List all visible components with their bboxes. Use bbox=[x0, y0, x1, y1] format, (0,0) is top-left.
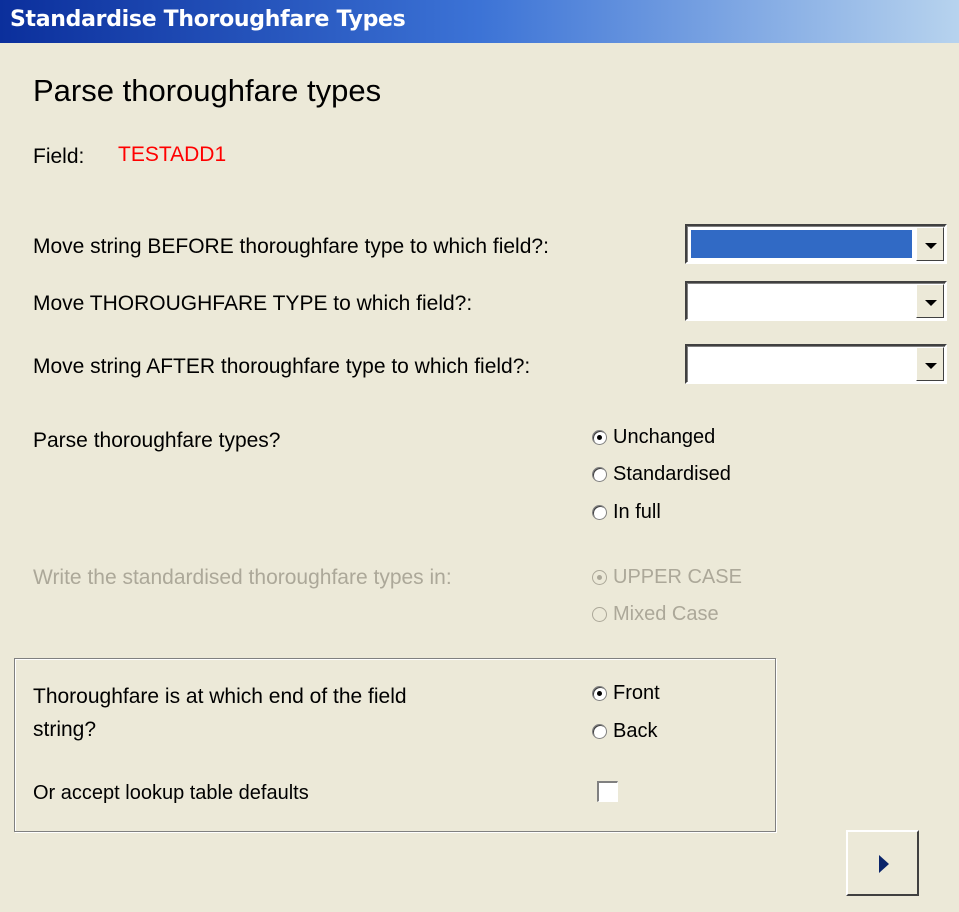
radio-upper-case-label: UPPER CASE bbox=[613, 566, 742, 588]
radio-selected-icon bbox=[592, 570, 607, 585]
radio-in-full[interactable]: In full bbox=[592, 501, 661, 524]
window-title: Standardise Thoroughfare Types bbox=[10, 7, 406, 32]
lookup-defaults-label: Or accept lookup table defaults bbox=[33, 782, 309, 804]
lookup-defaults-checkbox[interactable] bbox=[597, 781, 618, 802]
title-bar: Standardise Thoroughfare Types bbox=[0, 0, 959, 43]
radio-in-full-label: In full bbox=[613, 501, 661, 523]
after-field-label: Move string AFTER thoroughfare type to w… bbox=[33, 355, 531, 378]
field-label: Field: bbox=[33, 145, 85, 168]
radio-back-label: Back bbox=[613, 720, 658, 742]
chevron-down-icon[interactable] bbox=[916, 227, 944, 261]
end-question-line2: string? bbox=[33, 718, 97, 741]
type-field-value bbox=[691, 287, 912, 315]
chevron-down-icon[interactable] bbox=[916, 284, 944, 318]
radio-selected-icon[interactable] bbox=[592, 686, 607, 701]
chevron-down-icon[interactable] bbox=[916, 347, 944, 381]
before-field-value bbox=[691, 230, 912, 258]
radio-unselected-icon[interactable] bbox=[592, 724, 607, 739]
after-field-value bbox=[691, 350, 912, 378]
after-field-combo[interactable] bbox=[685, 344, 947, 384]
radio-mixed-case: Mixed Case bbox=[592, 603, 719, 626]
radio-unchanged-label: Unchanged bbox=[613, 426, 716, 448]
radio-unselected-icon bbox=[592, 607, 607, 622]
before-field-label: Move string BEFORE thoroughfare type to … bbox=[33, 235, 549, 258]
radio-upper-case: UPPER CASE bbox=[592, 566, 742, 589]
radio-mixed-case-label: Mixed Case bbox=[613, 603, 719, 625]
field-value: TESTADD1 bbox=[118, 143, 227, 166]
parse-question: Parse thoroughfare types? bbox=[33, 429, 281, 452]
radio-unchanged[interactable]: Unchanged bbox=[592, 426, 715, 449]
case-question: Write the standardised thoroughfare type… bbox=[33, 566, 452, 589]
radio-standardised[interactable]: Standardised bbox=[592, 463, 731, 486]
radio-selected-icon[interactable] bbox=[592, 430, 607, 445]
radio-back[interactable]: Back bbox=[592, 720, 657, 743]
type-field-label: Move THOROUGHFARE TYPE to which field?: bbox=[33, 292, 473, 315]
radio-unselected-icon[interactable] bbox=[592, 467, 607, 482]
page-heading: Parse thoroughfare types bbox=[33, 73, 382, 108]
next-button[interactable] bbox=[846, 830, 919, 896]
radio-front-label: Front bbox=[613, 682, 660, 704]
before-field-combo[interactable] bbox=[685, 224, 947, 264]
radio-standardised-label: Standardised bbox=[613, 463, 731, 485]
type-field-combo[interactable] bbox=[685, 281, 947, 321]
radio-front[interactable]: Front bbox=[592, 682, 660, 705]
end-question-line1: Thoroughfare is at which end of the fiel… bbox=[33, 685, 407, 708]
radio-unselected-icon[interactable] bbox=[592, 505, 607, 520]
play-right-icon bbox=[879, 855, 889, 873]
